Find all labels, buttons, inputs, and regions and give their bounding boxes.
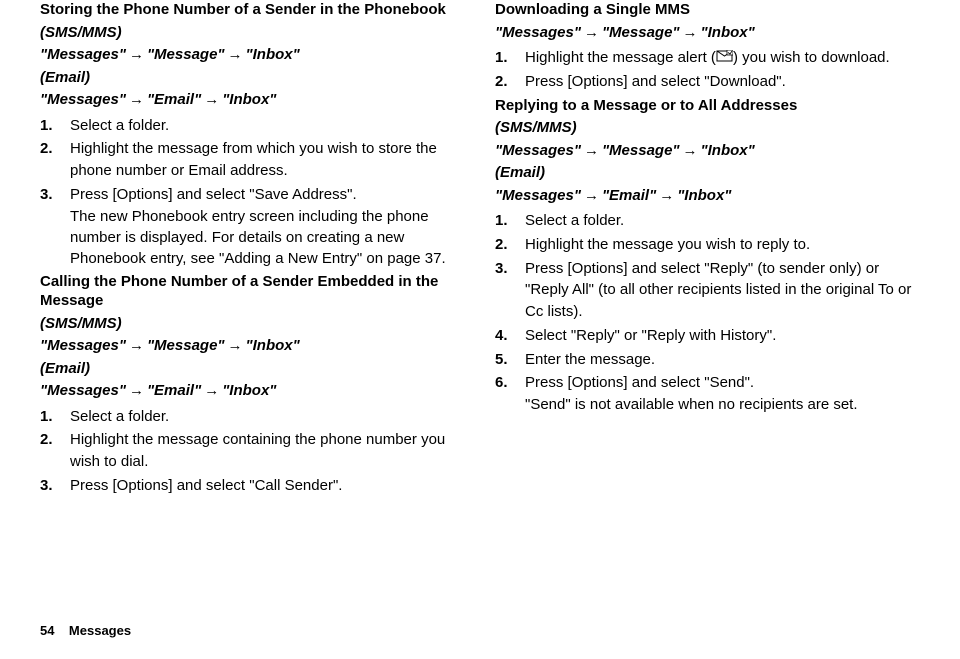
arrow-icon: → (201, 382, 222, 399)
nav-seg: "Message" (602, 24, 680, 41)
nav-seg: "Inbox" (677, 187, 731, 204)
nav-seg: "Messages" (495, 24, 581, 41)
step-item: Highlight the message containing the pho… (40, 429, 465, 473)
arrow-icon: → (680, 142, 701, 159)
step-text-before: Highlight the message alert ( (525, 49, 716, 66)
nav-seg: "Inbox" (701, 142, 755, 159)
nav-seg: "Messages" (40, 46, 126, 63)
nav-seg: "Message" (602, 142, 680, 159)
section-storing-phone-number: Storing the Phone Number of a Sender in … (40, 0, 465, 269)
step-text: Press [Options] and select "Save Address… (70, 186, 357, 203)
nav-seg: "Message" (147, 337, 225, 354)
section-title: Downloading a Single MMS (495, 0, 920, 20)
step-item: Select a folder. (40, 115, 465, 137)
section-calling-phone-number: Calling the Phone Number of a Sender Emb… (40, 272, 465, 497)
left-column: Storing the Phone Number of a Sender in … (40, 0, 465, 615)
step-list: Select a folder. Highlight the message c… (40, 406, 465, 497)
nav-path: "Messages"→"Email"→"Inbox" (40, 89, 465, 112)
step-item: Enter the message. (495, 349, 920, 371)
step-list: Highlight the message alert ( ) you wish … (495, 47, 920, 93)
arrow-icon: → (126, 337, 147, 354)
step-list: Select a folder. Highlight the message y… (495, 210, 920, 415)
section-title: Storing the Phone Number of a Sender in … (40, 0, 465, 20)
page-number: 54 (40, 623, 54, 638)
arrow-icon: → (581, 187, 602, 204)
smsmms-label: (SMS/MMS) (40, 22, 465, 45)
nav-path: "Messages"→"Message"→"Inbox" (495, 22, 920, 45)
step-item: Select a folder. (495, 210, 920, 232)
arrow-icon: → (225, 337, 246, 354)
arrow-icon: → (656, 187, 677, 204)
arrow-icon: → (680, 24, 701, 41)
message-alert-icon (716, 47, 733, 69)
page-footer: 54 Messages (40, 623, 920, 638)
nav-path: "Messages"→"Message"→"Inbox" (40, 335, 465, 358)
step-text-after: ) you wish to download. (733, 49, 890, 66)
nav-seg: "Inbox" (701, 24, 755, 41)
step-item: Highlight the message from which you wis… (40, 138, 465, 182)
arrow-icon: → (126, 382, 147, 399)
section-replying-message: Replying to a Message or to All Addresse… (495, 96, 920, 416)
step-item: Press [Options] and select "Send". "Send… (495, 372, 920, 415)
arrow-icon: → (126, 46, 147, 63)
nav-path: "Messages"→"Email"→"Inbox" (495, 185, 920, 208)
nav-seg: "Email" (147, 91, 201, 108)
nav-seg: "Email" (147, 382, 201, 399)
nav-seg: "Messages" (495, 142, 581, 159)
step-item: Highlight the message alert ( ) you wish … (495, 47, 920, 69)
arrow-icon: → (581, 142, 602, 159)
nav-seg: "Message" (147, 46, 225, 63)
step-text: Press [Options] and select "Send". (525, 374, 754, 391)
arrow-icon: → (126, 91, 147, 108)
nav-path: "Messages"→"Message"→"Inbox" (40, 44, 465, 67)
nav-seg: "Messages" (40, 91, 126, 108)
nav-seg: "Inbox" (222, 91, 276, 108)
nav-seg: "Inbox" (246, 46, 300, 63)
nav-seg: "Messages" (40, 382, 126, 399)
footer-label: Messages (69, 623, 131, 638)
nav-seg: "Messages" (495, 187, 581, 204)
step-item: Press [Options] and select "Call Sender"… (40, 475, 465, 497)
email-label: (Email) (40, 358, 465, 381)
section-download-mms: Downloading a Single MMS "Messages"→"Mes… (495, 0, 920, 93)
smsmms-label: (SMS/MMS) (495, 117, 920, 140)
arrow-icon: → (225, 46, 246, 63)
section-title: Calling the Phone Number of a Sender Emb… (40, 272, 465, 311)
email-label: (Email) (40, 67, 465, 90)
arrow-icon: → (581, 24, 602, 41)
nav-seg: "Inbox" (246, 337, 300, 354)
email-label: (Email) (495, 162, 920, 185)
step-item: Select a folder. (40, 406, 465, 428)
nav-path: "Messages"→"Email"→"Inbox" (40, 380, 465, 403)
smsmms-label: (SMS/MMS) (40, 313, 465, 336)
step-list: Select a folder. Highlight the message f… (40, 115, 465, 269)
arrow-icon: → (201, 91, 222, 108)
nav-seg: "Messages" (40, 337, 126, 354)
step-item: Highlight the message you wish to reply … (495, 234, 920, 256)
step-item: Press [Options] and select "Reply" (to s… (495, 258, 920, 323)
step-note: "Send" is not available when no recipien… (525, 394, 920, 415)
step-note: The new Phonebook entry screen including… (70, 206, 465, 269)
step-item: Select "Reply" or "Reply with History". (495, 325, 920, 347)
section-title: Replying to a Message or to All Addresse… (495, 96, 920, 116)
step-item: Press [Options] and select "Save Address… (40, 184, 465, 269)
nav-path: "Messages"→"Message"→"Inbox" (495, 140, 920, 163)
nav-seg: "Inbox" (222, 382, 276, 399)
right-column: Downloading a Single MMS "Messages"→"Mes… (495, 0, 920, 615)
nav-seg: "Email" (602, 187, 656, 204)
step-item: Press [Options] and select "Download". (495, 71, 920, 93)
